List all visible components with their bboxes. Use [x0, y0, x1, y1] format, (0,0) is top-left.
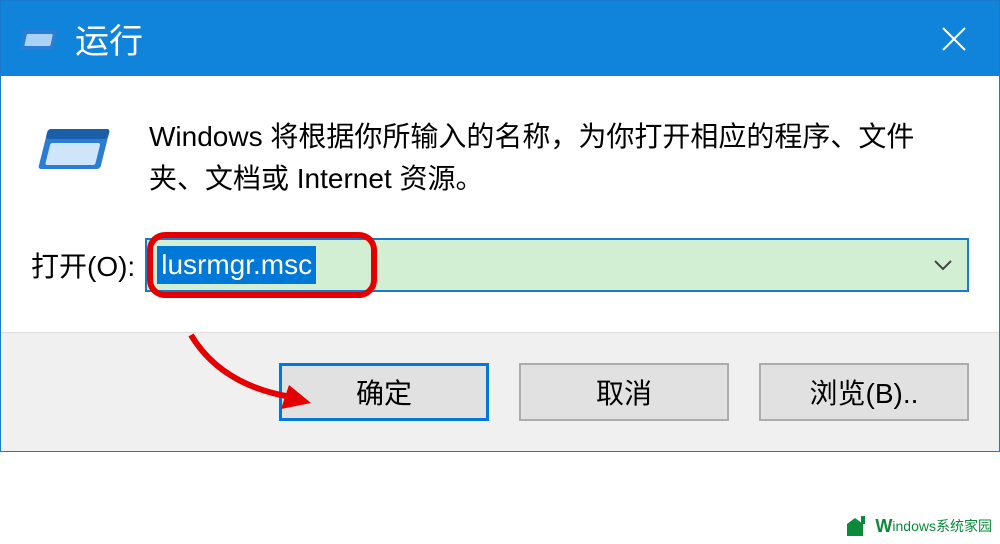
close-button[interactable] — [934, 19, 974, 59]
run-dialog: 运行 Windows 将根据你所输入的名称，为你打开相应的程序、文件夹、文档或 … — [0, 0, 1000, 452]
watermark-text: indows系统家园 — [892, 516, 992, 536]
dialog-title: 运行 — [75, 14, 143, 63]
description-text: Windows 将根据你所输入的名称，为你打开相应的程序、文件夹、文档或 Int… — [149, 116, 969, 200]
watermark-prefix: W — [875, 516, 892, 537]
browse-button-label: 浏览(B).. — [810, 372, 919, 412]
browse-button[interactable]: 浏览(B).. — [759, 363, 969, 421]
cancel-button[interactable]: 取消 — [519, 363, 729, 421]
dialog-body: Windows 将根据你所输入的名称，为你打开相应的程序、文件夹、文档或 Int… — [1, 76, 999, 332]
watermark-icon — [845, 514, 873, 538]
cancel-button-label: 取消 — [596, 372, 652, 412]
run-icon — [21, 24, 61, 54]
ok-button[interactable]: 确定 — [279, 363, 489, 421]
chevron-down-icon[interactable] — [933, 258, 953, 272]
open-combobox[interactable]: lusrmgr.msc — [145, 238, 969, 292]
ok-button-label: 确定 — [356, 372, 412, 412]
button-bar: 确定 取消 浏览(B).. — [1, 332, 999, 451]
titlebar[interactable]: 运行 — [1, 1, 999, 76]
watermark: W indows系统家园 — [845, 514, 992, 538]
open-input-value[interactable]: lusrmgr.msc — [157, 246, 316, 284]
close-icon — [941, 26, 967, 52]
run-icon-large — [31, 116, 121, 186]
open-label: 打开(O): — [31, 245, 135, 285]
